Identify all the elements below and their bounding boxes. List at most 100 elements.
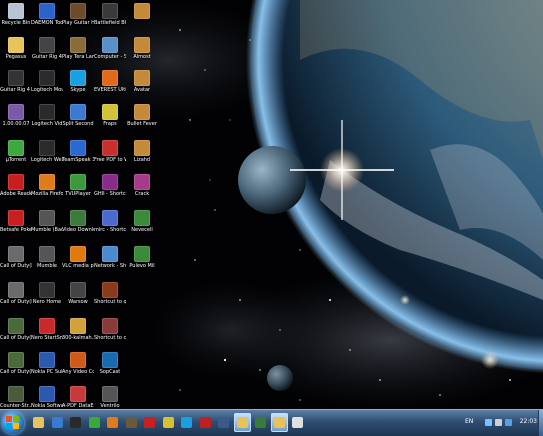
desktop-icon[interactable]: Almost <box>126 37 158 67</box>
desktop-icon[interactable]: Lizahd <box>126 140 158 170</box>
desktop-icon-label: Logitech Webca... <box>31 157 63 163</box>
desktop-icon-label: Logitech Vid <box>31 121 63 127</box>
language-indicator[interactable]: EN <box>465 418 473 425</box>
tray-app-icon[interactable] <box>505 419 512 426</box>
desktop-icon[interactable]: µTorrent <box>0 140 32 170</box>
desktop-icon[interactable]: Shortcut to quake3 <box>94 282 126 312</box>
desktop-icon[interactable]: GHII - Shortcut <box>94 174 126 204</box>
desktop-icon[interactable]: DAEMON Tools Lite <box>31 3 63 33</box>
taskbar-button[interactable] <box>289 413 306 432</box>
taskbar-button[interactable] <box>178 413 195 432</box>
desktop-icon[interactable]: Nevecell <box>126 210 158 240</box>
taskbar-button[interactable] <box>86 413 103 432</box>
desktop-icon[interactable]: TeamSpeak 3 Client <box>62 140 94 170</box>
desktop-icon[interactable]: Call of Duty(R) 4 -... <box>0 352 32 382</box>
desktop-icon[interactable]: Network - Shortcut <box>94 246 126 276</box>
desktop-icon[interactable]: Logitech Vid <box>31 104 63 134</box>
taskbar-button[interactable] <box>49 413 66 432</box>
taskbar-button[interactable] <box>30 413 47 432</box>
desktop-icon[interactable]: Warsow <box>62 282 94 312</box>
desktop-icon[interactable]: Skype <box>62 70 94 100</box>
network-tray-icon[interactable] <box>485 419 492 426</box>
desktop-icon[interactable]: EVEREST Ultima... <box>94 70 126 100</box>
winrar-archive-icon <box>134 3 150 19</box>
desktop-icon[interactable]: Free PDF to Word Do... <box>94 140 126 170</box>
desktop-icon[interactable]: mirc - Shortcut <box>94 210 126 240</box>
utorrent-icon <box>8 140 24 156</box>
desktop-icon[interactable]: TVUPlayer <box>62 174 94 204</box>
desktop-icon[interactable]: Adobe Reader 9 <box>0 174 32 204</box>
desktop-icon[interactable]: SopCast <box>94 352 126 382</box>
desktop-icon[interactable]: Ventrilo <box>94 386 126 409</box>
desktop-icon[interactable]: Nero Home <box>31 282 63 312</box>
desktop-icon[interactable]: Shortcut to cfg2 <box>94 318 126 348</box>
desktop-icon[interactable]: Pegasus <box>0 37 32 67</box>
desktop-icon[interactable]: Betsafe Poker <box>0 210 32 240</box>
taskbar-button[interactable] <box>160 413 177 432</box>
desktop-icon-label: GHII - Shortcut <box>94 191 126 197</box>
desktop-icon[interactable]: Nokia Softwa... <box>31 386 63 409</box>
taskbar-button[interactable] <box>215 413 232 432</box>
desktop-icon[interactable]: Mozilla Firefox <box>31 174 63 204</box>
desktop-icon[interactable]: Battlefield BC2 <box>94 3 126 33</box>
ventrilo-icon <box>102 386 118 402</box>
desktop-icon[interactable]: Mumble <box>31 246 63 276</box>
desktop-icon-label: Almost <box>133 54 151 60</box>
daemon-tools-icon <box>39 3 55 19</box>
taskbar-button[interactable] <box>67 413 84 432</box>
taskbar-button[interactable] <box>141 413 158 432</box>
desktop-icon[interactable]: 300-kalmah... Shortcut <box>62 318 94 348</box>
warsow-icon <box>70 282 86 298</box>
desktop-icon[interactable]: Play Tera Land of E... <box>62 37 94 67</box>
chrome-icon <box>162 417 174 428</box>
desktop-icon[interactable]: Crack <box>126 174 158 204</box>
desktop-icons: Recycle BinDAEMON Tools LitePlay Guitar … <box>0 0 160 409</box>
nokia-software-icon <box>39 386 55 402</box>
desktop-icon[interactable]: Call of Duty(R) 4 -... <box>0 318 32 348</box>
desktop-icon[interactable]: Play Guitar Hero III <box>62 3 94 33</box>
desktop-icon[interactable]: Pulevo Mil <box>126 246 158 276</box>
folder-icon <box>8 37 24 53</box>
desktop-icon[interactable]: Nokia PC Suite <box>31 352 63 382</box>
desktop-icon[interactable]: Avatar <box>126 70 158 100</box>
desktop-icon[interactable]: Any Video Converter ... <box>62 352 94 382</box>
taskbar-button[interactable] <box>197 413 214 432</box>
desktop-icon-label: Lizahd <box>133 157 151 163</box>
desktop-icon[interactable]: Video Downlo... <box>62 210 94 240</box>
start-button[interactable] <box>2 412 24 434</box>
volume-tray-icon[interactable] <box>495 419 502 426</box>
desktop-icon[interactable] <box>126 3 158 33</box>
show-desktop-button[interactable] <box>538 410 543 436</box>
taskbar-button[interactable] <box>252 413 269 432</box>
desktop-icon[interactable]: 1.00.00.07 <box>0 104 32 134</box>
desktop-icon[interactable]: Mumble (Backward... <box>31 210 63 240</box>
taskbar-button[interactable] <box>123 413 140 432</box>
quake-icon <box>102 282 118 298</box>
desktop-icon[interactable]: Call of Duty(R) 2... <box>0 246 32 276</box>
desktop-icon[interactable]: Bullet Fever <box>126 104 158 134</box>
game-icon <box>70 37 86 53</box>
audio-shortcut-icon <box>70 318 86 334</box>
desktop-icon[interactable]: Guitar Rig 4 Setup PC <box>0 70 32 100</box>
desktop-icon[interactable]: Computer - Shortcut <box>94 37 126 67</box>
fraps-icon <box>102 104 118 120</box>
desktop-icon[interactable]: A-PDF DataExtractor <box>62 386 94 409</box>
desktop-icon[interactable]: Recycle Bin <box>0 3 32 33</box>
desktop-icon-label: µTorrent <box>5 157 27 163</box>
desktop-icon-label: Call of Duty(R) 2... <box>0 299 32 305</box>
desktop-icon[interactable]: Split Second <box>62 104 94 134</box>
desktop-icon[interactable]: Nero StartSmart <box>31 318 63 348</box>
clock[interactable]: 22:03 <box>520 418 537 425</box>
desktop-icon[interactable]: Fraps <box>94 104 126 134</box>
desktop-icon[interactable]: VLC media player <box>62 246 94 276</box>
desktop-icon[interactable]: Call of Duty(R) 2... <box>0 282 32 312</box>
desktop-icon-label: Nero Home <box>32 299 62 305</box>
desktop-icon[interactable]: Logitech Webca... <box>31 140 63 170</box>
desktop-icon[interactable]: Logitech Mouse a... <box>31 70 63 100</box>
everest-icon <box>102 70 118 86</box>
taskbar-button[interactable] <box>270 413 288 432</box>
taskbar-button[interactable] <box>104 413 121 432</box>
taskbar-button[interactable] <box>233 413 251 432</box>
desktop-icon[interactable]: Counter-Str... 1.6 (protoc... <box>0 386 32 409</box>
desktop-icon[interactable]: Guitar Rig 4 <box>31 37 63 67</box>
